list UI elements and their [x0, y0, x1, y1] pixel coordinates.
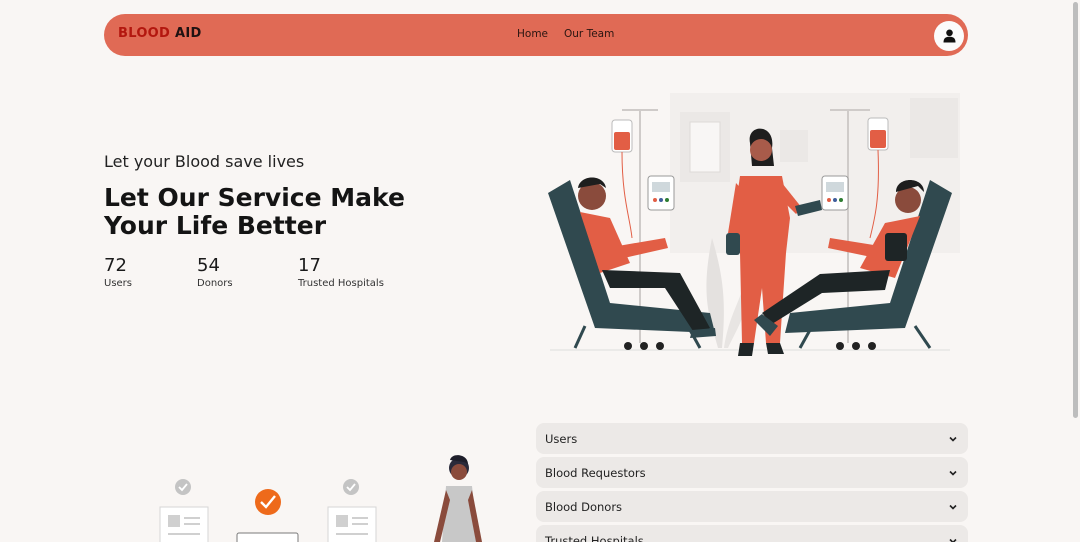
stat-hospitals-value: 17 [298, 255, 321, 276]
brand-part1: BLOOD [118, 26, 171, 41]
chevron-down-icon [949, 436, 957, 442]
nav-link-our-team[interactable]: Our Team [564, 28, 614, 40]
stat-users: 72 Users [104, 255, 132, 289]
accordion-item-users[interactable]: Users [536, 423, 968, 454]
hero-headline: Let Our Service Make Your Life Better [104, 183, 405, 240]
stat-users-value: 72 [104, 255, 127, 276]
accordion-item-label: Blood Donors [545, 499, 623, 514]
user-menu-button[interactable] [934, 21, 964, 51]
accordion-item-label: Trusted Hospitals [545, 533, 644, 542]
checklist-illustration [159, 455, 482, 542]
nav-link-home[interactable]: Home [517, 28, 548, 40]
navbar: BLOOD AID Home Our Team [104, 14, 968, 56]
stat-donors: 54 Donors [197, 255, 233, 289]
hero-tagline: Let your Blood save lives [104, 152, 305, 171]
chevron-down-icon [949, 538, 957, 542]
accordion-item-label: Users [545, 431, 578, 446]
brand-logo[interactable]: BLOOD AID [118, 26, 202, 41]
stat-donors-label: Donors [197, 278, 233, 289]
stat-donors-value: 54 [197, 255, 220, 276]
brand-part2: AID [174, 26, 202, 41]
chevron-down-icon [949, 470, 957, 476]
page-scrollbar[interactable] [1073, 2, 1078, 418]
accordion-item-blood-donors[interactable]: Blood Donors [536, 491, 968, 522]
blood-donation-illustration [548, 93, 960, 356]
stat-hospitals: 17 Trusted Hospitals [298, 255, 384, 289]
nav-links: Home Our Team [517, 28, 614, 40]
accordion-item-blood-requestors[interactable]: Blood Requestors [536, 457, 968, 488]
accordion-item-trusted-hospitals[interactable]: Trusted Hospitals [536, 525, 968, 542]
user-icon [943, 29, 955, 43]
stats-accordion: Users Blood Requestors Blood Donors Trus… [536, 423, 968, 542]
stat-hospitals-label: Trusted Hospitals [298, 278, 384, 289]
chevron-down-icon [949, 504, 957, 510]
stat-users-label: Users [104, 278, 133, 289]
accordion-item-label: Blood Requestors [545, 465, 646, 480]
